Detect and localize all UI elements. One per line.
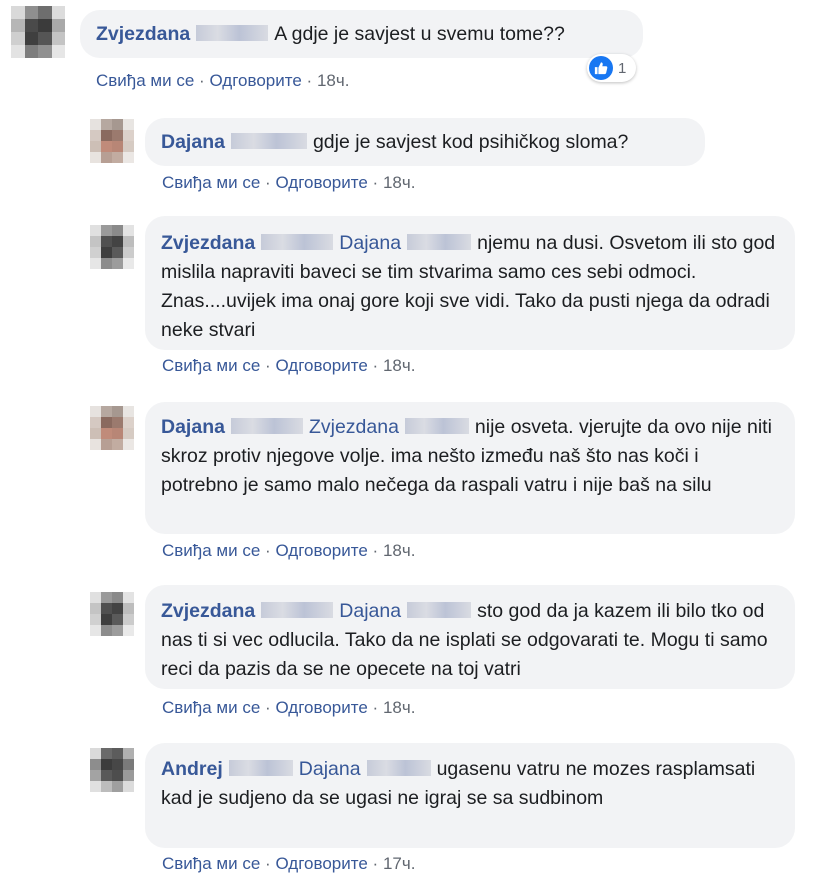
comment-timestamp[interactable]: 17ч. xyxy=(383,854,416,873)
avatar[interactable] xyxy=(90,748,134,792)
comment-mention[interactable]: Dajana xyxy=(299,758,361,780)
reply-button[interactable]: Одговорите xyxy=(275,854,367,873)
comment-5: Andrej Dajana ugasenu vatru ne mozes raspl… xyxy=(0,0,830,895)
redacted-surname xyxy=(228,760,293,777)
comment-bubble: Andrej Dajana ugasenu vatru ne mozes raspl… xyxy=(145,743,795,848)
like-button[interactable]: Свиђа ми се xyxy=(162,854,260,873)
redacted-surname xyxy=(366,760,431,777)
comment-actions: Свиђа ми се · Одговорите · 17ч. xyxy=(162,854,416,873)
comment-author[interactable]: Andrej xyxy=(161,758,223,780)
